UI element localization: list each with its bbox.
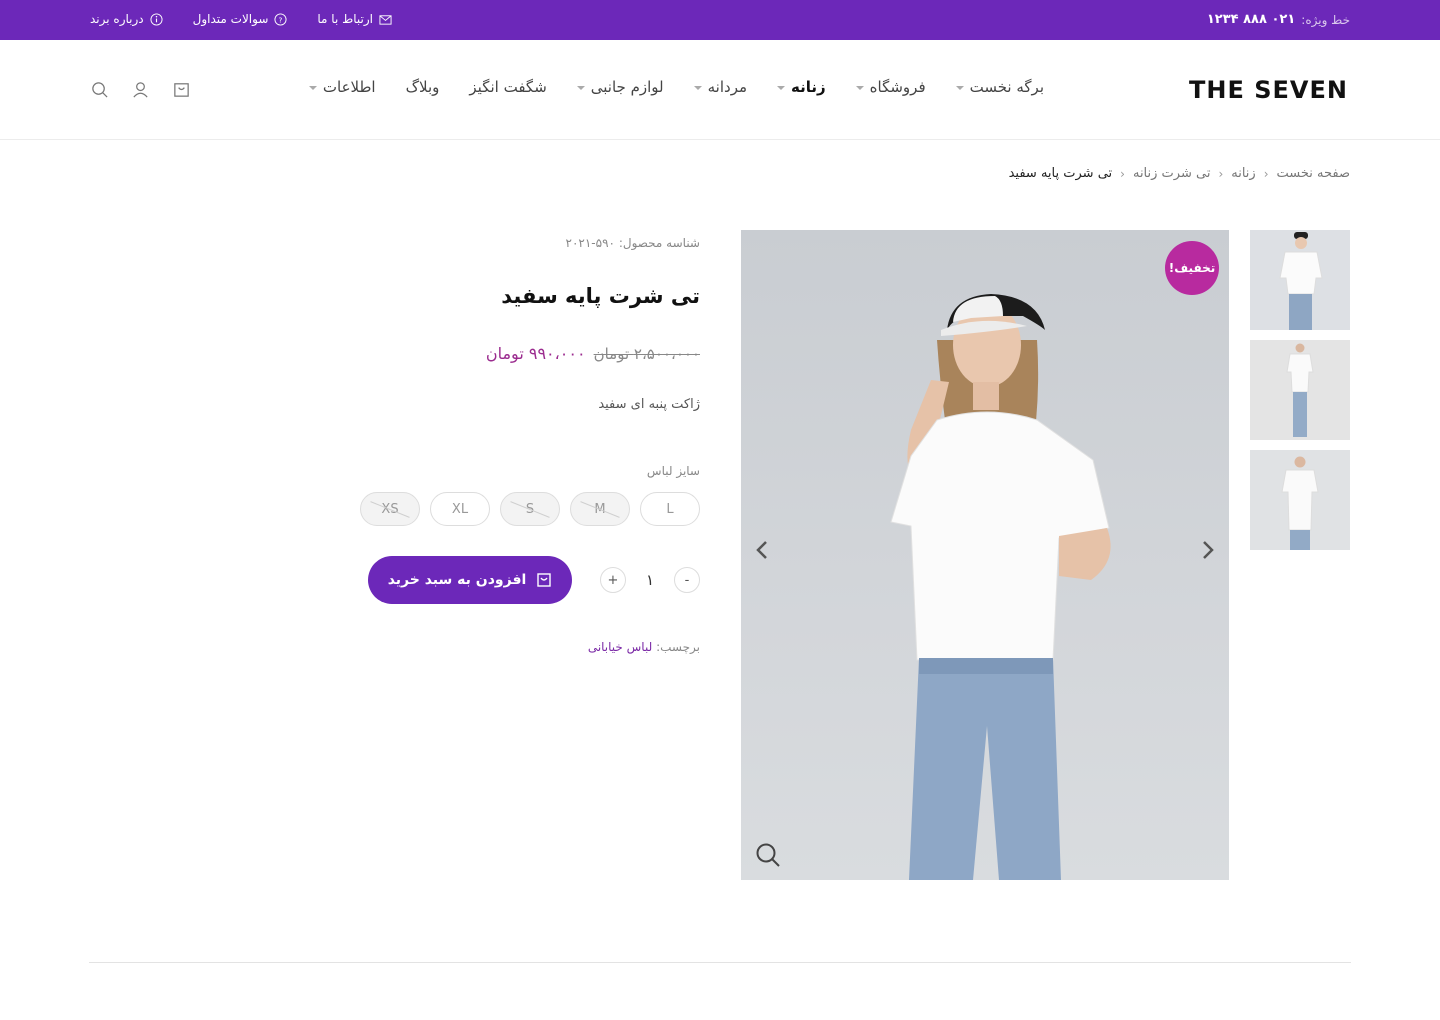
nav-label: مردانه: [707, 78, 747, 96]
tag-link[interactable]: لباس خیابانی: [588, 640, 652, 654]
chevron-left-icon: ‹: [1218, 166, 1224, 181]
divider: [89, 962, 1351, 963]
nav-label: وبلاگ: [405, 78, 440, 96]
size-option-l[interactable]: L: [640, 492, 700, 526]
breadcrumb-link[interactable]: زنانه: [1231, 166, 1255, 181]
product-thumbnail[interactable]: [1250, 340, 1350, 440]
search-icon[interactable]: [90, 80, 109, 99]
product-description: ژاکت پنبه ای سفید: [598, 397, 700, 412]
chevron-left-icon[interactable]: [751, 538, 775, 562]
nav-label: زنانه: [791, 78, 826, 96]
size-label: سایز لباس: [646, 464, 700, 478]
site-header: THE SEVEN برگه نخست فروشگاه زنانه مردانه…: [0, 40, 1440, 140]
nav-label: لوازم جانبی: [590, 78, 664, 96]
breadcrumb-link[interactable]: تی شرت زنانه: [1133, 166, 1210, 181]
topbar-link-about[interactable]: درباره برند: [90, 12, 163, 26]
breadcrumb-current: تی شرت پایه سفید: [1008, 166, 1113, 181]
chevron-right-icon[interactable]: [1195, 538, 1219, 562]
chevron-down-icon: [693, 86, 702, 90]
chevron-down-icon: [576, 86, 585, 90]
topbar-link-faq[interactable]: ? سوالات متداول: [193, 12, 288, 26]
product-main-image[interactable]: تخفیف!: [741, 230, 1229, 880]
svg-text:?: ?: [279, 15, 283, 24]
product-tags: برچسب: لباس خیابانی: [360, 640, 700, 654]
chevron-down-icon: [777, 86, 785, 90]
product-title: تی شرت پایه سفید: [501, 284, 700, 308]
product-sku: شناسه محصول: ۵۹۰-۲۰۲۱: [360, 236, 700, 250]
chevron-down-icon: [855, 86, 864, 90]
help-icon: ?: [274, 12, 287, 26]
sale-badge: تخفیف!: [1165, 241, 1219, 295]
chevron-left-icon: ‹: [1263, 166, 1269, 181]
nav-item-blog[interactable]: وبلاگ: [406, 78, 440, 96]
cart-icon[interactable]: [172, 80, 191, 99]
sale-price: ۹۹۰،۰۰۰ تومان: [485, 344, 586, 363]
info-icon: [150, 12, 163, 26]
add-to-cart-label: افزودن به سبد خرید: [387, 572, 527, 588]
product-thumbnail[interactable]: [1250, 450, 1350, 550]
size-options: L M S XL XS: [360, 492, 700, 526]
hotline-label: خط ویژه:: [1301, 12, 1350, 27]
size-option-s[interactable]: S: [500, 492, 560, 526]
nav-item-shop[interactable]: فروشگاه: [855, 78, 926, 96]
sku-label: شناسه محصول:: [618, 236, 700, 250]
breadcrumb-link[interactable]: صفحه نخست: [1277, 166, 1350, 181]
model-image: [1250, 450, 1350, 550]
model-image: [1250, 230, 1350, 330]
nav-item-men[interactable]: مردانه: [693, 78, 747, 96]
nav-item-info[interactable]: اطلاعات: [308, 78, 376, 96]
add-to-cart-button[interactable]: افزودن به سبد خرید: [368, 556, 572, 604]
topbar-links: درباره برند ? سوالات متداول ارتباط با ما: [90, 12, 392, 26]
topbar-link-contact[interactable]: ارتباط با ما: [317, 12, 392, 26]
size-option-xl[interactable]: XL: [430, 492, 490, 526]
nav-item-women[interactable]: زنانه: [777, 78, 826, 96]
quantity-decrease-button[interactable]: -: [674, 567, 700, 593]
zoom-icon[interactable]: [755, 842, 781, 868]
product-thumbnail[interactable]: [1250, 230, 1350, 330]
size-option-m[interactable]: M: [570, 492, 630, 526]
topbar-link-label: درباره برند: [90, 12, 144, 26]
nav-label: برگه نخست: [969, 78, 1044, 96]
nav-item-home[interactable]: برگه نخست: [955, 78, 1044, 96]
user-icon[interactable]: [131, 80, 150, 99]
nav-label: اطلاعات: [322, 78, 376, 96]
tag-label: برچسب:: [656, 640, 700, 654]
breadcrumb: صفحه نخست ‹ زنانه ‹ تی شرت زنانه ‹ تی شر…: [1009, 166, 1350, 181]
sku-value: ۵۹۰-۲۰۲۱: [565, 236, 615, 250]
product-summary: شناسه محصول: ۵۹۰-۲۰۲۱ تی شرت پایه سفید ۲…: [360, 230, 700, 654]
model-image: [1250, 340, 1350, 440]
nav-label: فروشگاه: [869, 78, 926, 96]
size-option-xs[interactable]: XS: [360, 492, 420, 526]
nav-item-amazing[interactable]: شگفت انگیز: [469, 78, 546, 96]
add-to-cart-row: - ۱ + افزودن به سبد خرید: [360, 556, 700, 604]
top-bar: خط ویژه: ۰۲۱ ۸۸۸ ۱۲۳۴ درباره برند ? سوال…: [0, 0, 1440, 40]
chevron-left-icon: ‹: [1120, 166, 1125, 181]
topbar-link-label: سوالات متداول: [192, 12, 269, 26]
chevron-down-icon: [308, 86, 317, 90]
cart-icon: [537, 573, 551, 587]
chevron-down-icon: [955, 86, 964, 90]
logo[interactable]: THE SEVEN: [1189, 76, 1348, 104]
nav-label: شگفت انگیز: [469, 78, 547, 96]
main-nav: برگه نخست فروشگاه زنانه مردانه لوازم جان…: [308, 78, 1044, 96]
product-price: ۲،۵۰۰،۰۰۰ تومان ۹۹۰،۰۰۰ تومان: [360, 344, 700, 363]
thumbnail-list: [1250, 230, 1350, 550]
hotline: خط ویژه: ۰۲۱ ۸۸۸ ۱۲۳۴: [1207, 12, 1350, 27]
hotline-number[interactable]: ۰۲۱ ۸۸۸ ۱۲۳۴: [1207, 12, 1295, 27]
mail-icon: [379, 14, 392, 25]
nav-item-accessories[interactable]: لوازم جانبی: [576, 78, 664, 96]
old-price: ۲،۵۰۰،۰۰۰ تومان: [593, 345, 700, 363]
header-icons: [90, 80, 191, 99]
topbar-link-label: ارتباط با ما: [317, 12, 373, 26]
quantity-increase-button[interactable]: +: [600, 567, 626, 593]
quantity-input[interactable]: ۱: [640, 571, 660, 589]
model-photo: [890, 294, 1111, 880]
